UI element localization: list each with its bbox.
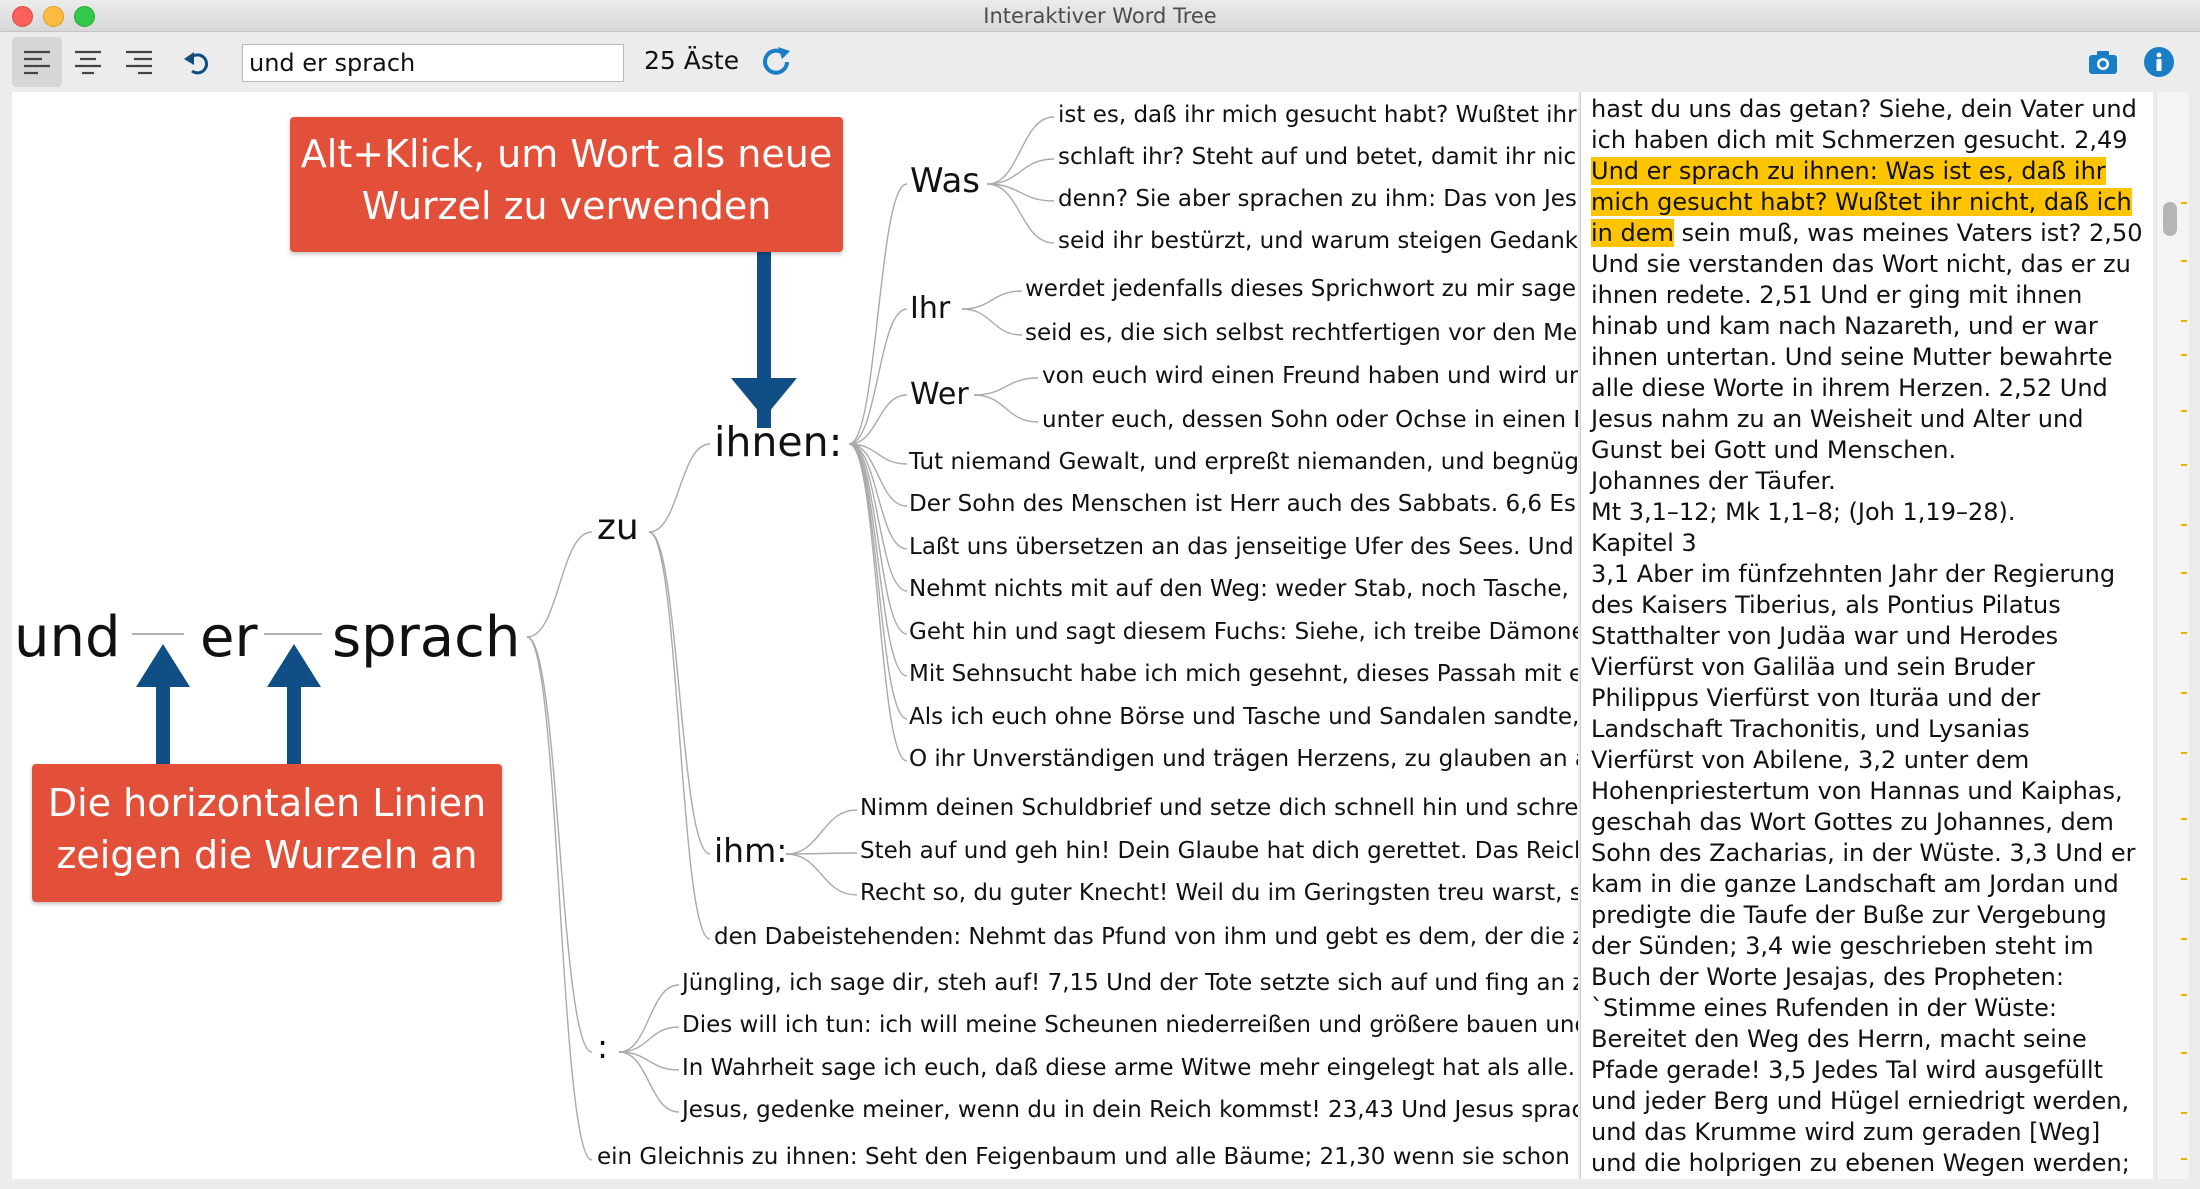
text-line: geschah das Wort Gottes zu Johannes, dem [1591, 808, 2114, 836]
align-right-button[interactable] [114, 37, 164, 87]
callout-line: Wurzel zu verwenden [361, 183, 772, 228]
text-line: Hohenpriestertum von Hannas und Kaiphas, [1591, 777, 2123, 805]
text-line: Philippus Vierfürst von Ituräa und der [1591, 684, 2041, 712]
text-line: der Sünden; 3,4 wie geschrieben steht im [1591, 932, 2094, 960]
text-line: des Kaisers Tiberius, als Pontius Pilatu… [1591, 591, 2061, 619]
text-line: mich gesucht habt? Wußtet ihr nicht, daß… [1591, 187, 2146, 218]
refresh-button[interactable] [752, 37, 802, 87]
match-marker [2181, 320, 2187, 322]
text-line: Sohn des Zacharias, in der Wüste. 3,3 Un… [1591, 839, 2136, 867]
text-line: Kapitel 3 [1591, 529, 1697, 557]
refresh-icon [763, 47, 790, 75]
match-marker [2181, 1112, 2187, 1114]
text-line: alle diese Worte in ihrem Herzen. 2,52 U… [1591, 374, 2108, 402]
source-text: hast du uns das getan? Siehe, dein Vater… [1591, 94, 2146, 1179]
branch-count: 25 Äste [644, 46, 740, 75]
text-line: Buch der Worte Jesajas, des Propheten: [1591, 963, 2064, 991]
highlighted-match: Und er sprach zu ihnen: Was ist es, daß … [1591, 157, 2106, 185]
text-line: Landschaft Trachonitis, und Lysanias [1591, 715, 2030, 743]
text-line: Bereitet den Weg des Herrn, macht seine [1591, 1025, 2087, 1053]
text-line: und die holprigen zu ebenen Wegen werden… [1591, 1149, 2130, 1177]
match-marker [2181, 692, 2187, 694]
match-marker [2181, 354, 2187, 356]
text-line: Johannes der Täufer. [1591, 467, 1836, 495]
annotation-arrows [136, 250, 797, 859]
camera-icon [2089, 51, 2117, 74]
callout-horizontal-lines: Die horizontalen Linien zeigen die Wurze… [32, 764, 502, 902]
align-right-icon [126, 50, 152, 75]
text-line: Jesus nahm zu an Weisheit und Alter und [1591, 405, 2084, 433]
text-line: ihnen redete. 2,51 Und er ging mit ihnen [1591, 281, 2083, 309]
match-marker [2181, 202, 2187, 204]
text-line: Mt 3,1–12; Mk 1,1–8; (Joh 1,19–28). [1591, 498, 2016, 526]
window-title: Interaktiver Word Tree [983, 4, 1217, 28]
screenshot-button[interactable] [2078, 37, 2128, 87]
undo-button[interactable] [172, 37, 222, 87]
tree-labels: und er sprach zu ihnen: Was Ihr Wer ihm:… [12, 92, 1578, 1179]
undo-icon [184, 52, 208, 75]
info-icon [2144, 47, 2174, 77]
callout-line: Alt+Klick, um Wort als neue [300, 132, 833, 176]
highlighted-match: mich gesucht habt? Wußtet ihr nicht, daß… [1591, 188, 2132, 216]
text-line: ihnen untertan. Und seine Mutter bewahrt… [1591, 343, 2113, 371]
text-fragment: sein muß, was meines Vaters ist? 2,50 [1673, 219, 2143, 247]
arrow-up-er-head [267, 644, 321, 687]
match-marker [2181, 994, 2187, 996]
word-tree-canvas: und er sprach zu ihnen: Was Ihr Wer ihm:… [12, 92, 1578, 1179]
highlighted-match: in dem [1591, 219, 1674, 247]
match-marker [2181, 260, 2187, 262]
title-bar: Interaktiver Word Tree [0, 0, 2200, 32]
match-marker [2181, 572, 2187, 574]
text-line: Pfade gerade! 3,5 Jedes Tal wird ausgefü… [1591, 1056, 2103, 1084]
text-line: Vierfürst von Galiläa und sein Bruder [1591, 653, 2035, 681]
match-marker [2181, 632, 2187, 634]
match-marker [2181, 878, 2187, 880]
align-left-icon [24, 50, 50, 75]
align-center-button[interactable] [63, 37, 113, 87]
text-line: hinab und kam nach Nazareth, und er war [1591, 312, 2098, 340]
source-text-pane[interactable]: hast du uns das getan? Siehe, dein Vater… [1580, 92, 2153, 1179]
text-line: kam in die ganze Landschaft am Jordan un… [1591, 870, 2119, 898]
match-marker [2181, 752, 2187, 754]
align-center-icon [75, 50, 101, 75]
arrow-down-head [731, 378, 797, 418]
text-line: und das Krumme wird zum geraden [Weg] [1591, 1118, 2101, 1146]
text-line: predigte die Taufe der Buße zur Vergebun… [1591, 901, 2107, 929]
text-line: Vierfürst von Abilene, 3,2 unter dem [1591, 746, 2030, 774]
callout-line: Die horizontalen Linien [47, 781, 487, 825]
text-line: Und sie verstanden das Wort nicht, das e… [1591, 250, 2131, 278]
info-button[interactable] [2134, 37, 2184, 87]
text-scrollbar[interactable] [2156, 92, 2189, 1179]
match-marker [2181, 1052, 2187, 1054]
text-line: 3,1 Aber im fünfzehnten Jahr der Regieru… [1591, 560, 2116, 588]
scrollbar-thumb[interactable] [2163, 202, 2177, 236]
callout-line: zeigen die Wurzeln an [56, 832, 478, 877]
text-line: `Stimme eines Rufenden in der Wüste: [1591, 994, 2057, 1022]
match-marker [2181, 410, 2187, 412]
text-line: in dem sein muß, was meines Vaters ist? … [1591, 218, 2146, 249]
match-marker [2181, 938, 2187, 940]
search-input[interactable] [242, 44, 624, 82]
match-marker [2181, 464, 2187, 466]
text-line: Und er sprach zu ihnen: Was ist es, daß … [1591, 156, 2146, 187]
text-line: ich haben dich mit Schmerzen gesucht. 2,… [1591, 126, 2128, 154]
text-line: und jeder Berg und Hügel erniedrigt werd… [1591, 1087, 2130, 1115]
text-line: Statthalter von Judäa war und Herodes [1591, 622, 2059, 650]
text-line: hast du uns das getan? Siehe, dein Vater… [1591, 95, 2137, 123]
match-marker [2181, 524, 2187, 526]
callout-new-root: Alt+Klick, um Wort als neue Wurzel zu ve… [290, 117, 843, 252]
text-line: Gunst bei Gott und Menschen. [1591, 436, 1957, 464]
match-marker [2181, 818, 2187, 820]
align-left-button[interactable] [12, 37, 62, 87]
match-marker [2181, 1158, 2187, 1160]
toolbar: 25 Äste [0, 32, 2200, 92]
arrow-up-und-head [136, 644, 190, 687]
